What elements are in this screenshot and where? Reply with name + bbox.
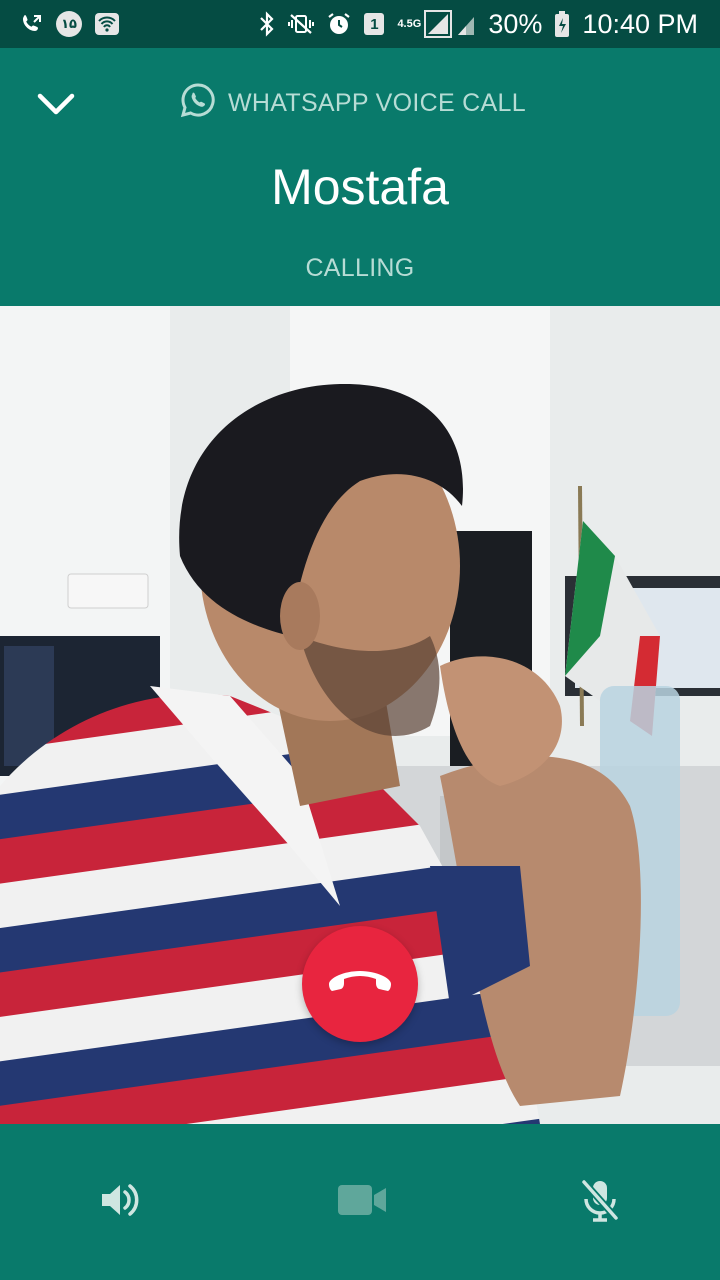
whatsapp-icon: [180, 82, 216, 125]
end-call-button[interactable]: [302, 926, 418, 1042]
battery-percent: 30%: [488, 8, 543, 39]
vibrate-icon: [288, 12, 315, 36]
alarm-icon: [326, 11, 352, 37]
status-bar: ۱۵ 1 4.5G 30% 10:40 PM: [0, 0, 720, 48]
chevron-down-icon: [36, 90, 76, 123]
status-bar-right: 1 4.5G 30% 10:40 PM: [258, 9, 698, 40]
contact-name: Mostafa: [271, 159, 449, 215]
call-type-label: WHATSAPP VOICE CALL: [180, 82, 526, 125]
collapse-button[interactable]: [34, 88, 78, 124]
status-bar-left: ۱۵: [20, 11, 120, 37]
mic-off-icon: [580, 1178, 620, 1227]
sim-icon: 1: [364, 13, 385, 35]
network-type: 4.5G: [397, 17, 422, 30]
speaker-icon: [98, 1180, 142, 1225]
mute-button[interactable]: [570, 1172, 630, 1232]
badge-icon: ۱۵: [56, 11, 82, 37]
video-icon: [337, 1183, 387, 1222]
clock: 10:40 PM: [582, 8, 698, 39]
call-header: WHATSAPP VOICE CALL Mostafa CALLING: [0, 48, 720, 306]
speaker-button[interactable]: [90, 1172, 150, 1232]
call-type-text: WHATSAPP VOICE CALL: [228, 89, 526, 117]
end-call-icon: [325, 962, 395, 1007]
bluetooth-icon: [258, 11, 276, 37]
battery-icon: [554, 10, 570, 38]
call-forward-icon: [20, 12, 44, 36]
call-status: CALLING: [305, 254, 415, 282]
call-controls-bar: [0, 1124, 720, 1280]
video-button[interactable]: [332, 1172, 392, 1232]
wifi-icon: [94, 12, 120, 36]
signal-icon: 4.5G: [396, 10, 476, 38]
